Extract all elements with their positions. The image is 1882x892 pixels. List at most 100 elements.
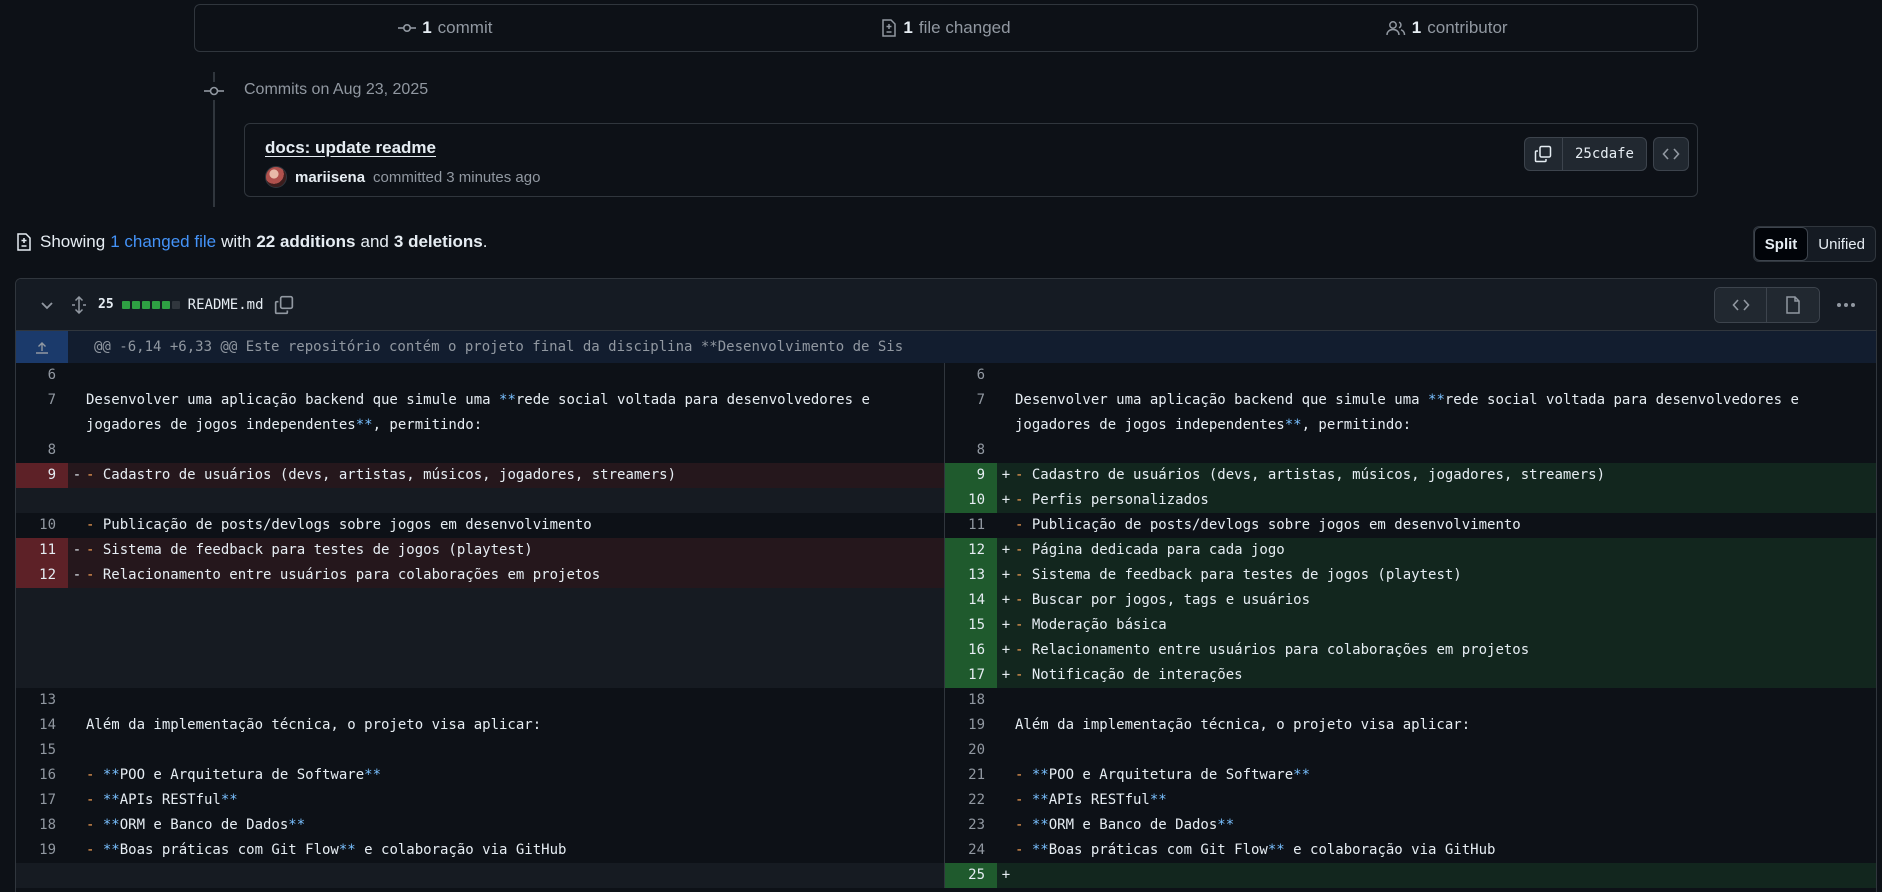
diff-row: 21 - **POO e Arquitetura de Software**: [945, 763, 1876, 788]
diff-marker: [68, 638, 86, 663]
commit-actions: 25cdafe: [1523, 137, 1647, 171]
line-number[interactable]: 14: [945, 588, 997, 613]
diff-row: 15 + - Moderação básica: [945, 613, 1876, 638]
line-number[interactable]: 12: [16, 563, 68, 588]
line-number[interactable]: 21: [945, 763, 997, 788]
copy-sha-button[interactable]: [1525, 138, 1563, 170]
diff-marker: [68, 738, 86, 763]
line-number[interactable]: 16: [16, 763, 68, 788]
split-view-button[interactable]: Split: [1753, 227, 1809, 261]
line-number[interactable]: 25: [945, 863, 997, 888]
file-name[interactable]: README.md: [188, 297, 264, 313]
line-number[interactable]: 11: [945, 513, 997, 538]
line-number[interactable]: 10: [16, 513, 68, 538]
line-number[interactable]: 9: [16, 463, 68, 488]
line-number[interactable]: 15: [16, 738, 68, 763]
line-number[interactable]: 20: [945, 738, 997, 763]
line-number[interactable]: 19: [945, 713, 997, 738]
hunk-header-text: @@ -6,14 +6,33 @@ Este repositório conté…: [94, 339, 904, 355]
diff-marker: +: [1001, 617, 1011, 633]
copy-icon[interactable]: [274, 295, 294, 315]
expand-up-button[interactable]: [16, 331, 68, 363]
diff-marker: [68, 813, 86, 838]
line-number[interactable]: 15: [945, 613, 997, 638]
files-changed-value: 1: [903, 18, 913, 37]
diffstat-block: [161, 300, 170, 309]
line-number[interactable]: 24: [945, 838, 997, 863]
showing-with: with: [221, 232, 252, 251]
line-number[interactable]: 8: [16, 438, 68, 463]
line-number[interactable]: 18: [16, 813, 68, 838]
commits-count[interactable]: 1 commit: [195, 18, 696, 38]
line-number[interactable]: [16, 613, 68, 638]
line-number[interactable]: 11: [16, 538, 68, 563]
diff-marker: +: [1001, 867, 1011, 883]
diff-stats-line: Showing 1 changed file with 22 additions…: [16, 232, 487, 252]
avatar[interactable]: [265, 166, 287, 188]
line-number[interactable]: 13: [945, 563, 997, 588]
code-line: - **Boas práticas com Git Flow** e colab…: [86, 842, 567, 858]
line-number[interactable]: 6: [945, 363, 997, 388]
more-options-button[interactable]: [1826, 287, 1866, 323]
line-number[interactable]: [16, 488, 68, 513]
code-line: - Página dedicada para cada jogo: [1015, 542, 1285, 558]
files-changed-count[interactable]: 1 file changed: [696, 18, 1197, 38]
line-number[interactable]: [16, 588, 68, 613]
diff-row: 17 + - Notificação de interações: [945, 663, 1876, 688]
line-number[interactable]: 16: [945, 638, 997, 663]
unfold-icon[interactable]: [66, 295, 92, 314]
diff-row: 12 + - Página dedicada para cada jogo: [945, 538, 1876, 563]
view-file-button[interactable]: [1767, 288, 1819, 322]
diff-marker: [68, 363, 86, 388]
line-number[interactable]: 7: [16, 388, 68, 438]
line-number[interactable]: 22: [945, 788, 997, 813]
line-number[interactable]: 19: [16, 838, 68, 863]
line-number[interactable]: 13: [16, 688, 68, 713]
chevron-down-icon[interactable]: [34, 297, 60, 313]
diff-marker: [68, 838, 86, 863]
diff-row: 14 + - Buscar por jogos, tags e usuários: [945, 588, 1876, 613]
line-number[interactable]: 17: [945, 663, 997, 688]
line-number[interactable]: [16, 638, 68, 663]
line-number[interactable]: [16, 663, 68, 688]
diff-marker: [68, 588, 86, 613]
unified-view-button[interactable]: Unified: [1808, 227, 1875, 261]
line-number[interactable]: [16, 863, 68, 888]
commit-action: committed: [373, 168, 443, 186]
line-number[interactable]: 17: [16, 788, 68, 813]
code-line: Desenvolver uma aplicação backend que si…: [86, 392, 879, 433]
line-number[interactable]: 10: [945, 488, 997, 513]
commit-sha[interactable]: 25cdafe: [1563, 138, 1646, 170]
line-number[interactable]: 12: [945, 538, 997, 563]
diff-marker: [997, 838, 1015, 863]
line-number[interactable]: 18: [945, 688, 997, 713]
diff-row: 19 Além da implementação técnica, o proje…: [945, 713, 1876, 738]
diff-row: 18: [945, 688, 1876, 713]
line-number[interactable]: 23: [945, 813, 997, 838]
changed-files-link[interactable]: 1 changed file: [110, 232, 216, 252]
diff-marker: [68, 688, 86, 713]
line-number[interactable]: 14: [16, 713, 68, 738]
line-number[interactable]: 9: [945, 463, 997, 488]
contributors-label: contributor: [1427, 18, 1508, 37]
browse-code-button[interactable]: [1653, 137, 1689, 171]
code-line: - Buscar por jogos, tags e usuários: [1015, 592, 1311, 608]
commit-title-link[interactable]: docs: update readme: [265, 138, 436, 158]
line-number[interactable]: 8: [945, 438, 997, 463]
contributors-count[interactable]: 1 contributor: [1196, 18, 1697, 38]
hunk-header: @@ -6,14 +6,33 @@ Este repositório conté…: [16, 331, 1876, 363]
diffstat-block: [171, 300, 180, 309]
diffstat-block: [141, 300, 150, 309]
line-number[interactable]: 7: [945, 388, 997, 438]
diff-marker: [68, 788, 86, 813]
people-icon: [1386, 20, 1406, 36]
line-number[interactable]: 6: [16, 363, 68, 388]
diffstat-block: [151, 300, 160, 309]
diffstat-bar: [121, 300, 180, 309]
file-icon: [1785, 296, 1801, 314]
view-diff-button[interactable]: [1715, 288, 1767, 322]
commit-author[interactable]: mariisena: [295, 169, 365, 186]
